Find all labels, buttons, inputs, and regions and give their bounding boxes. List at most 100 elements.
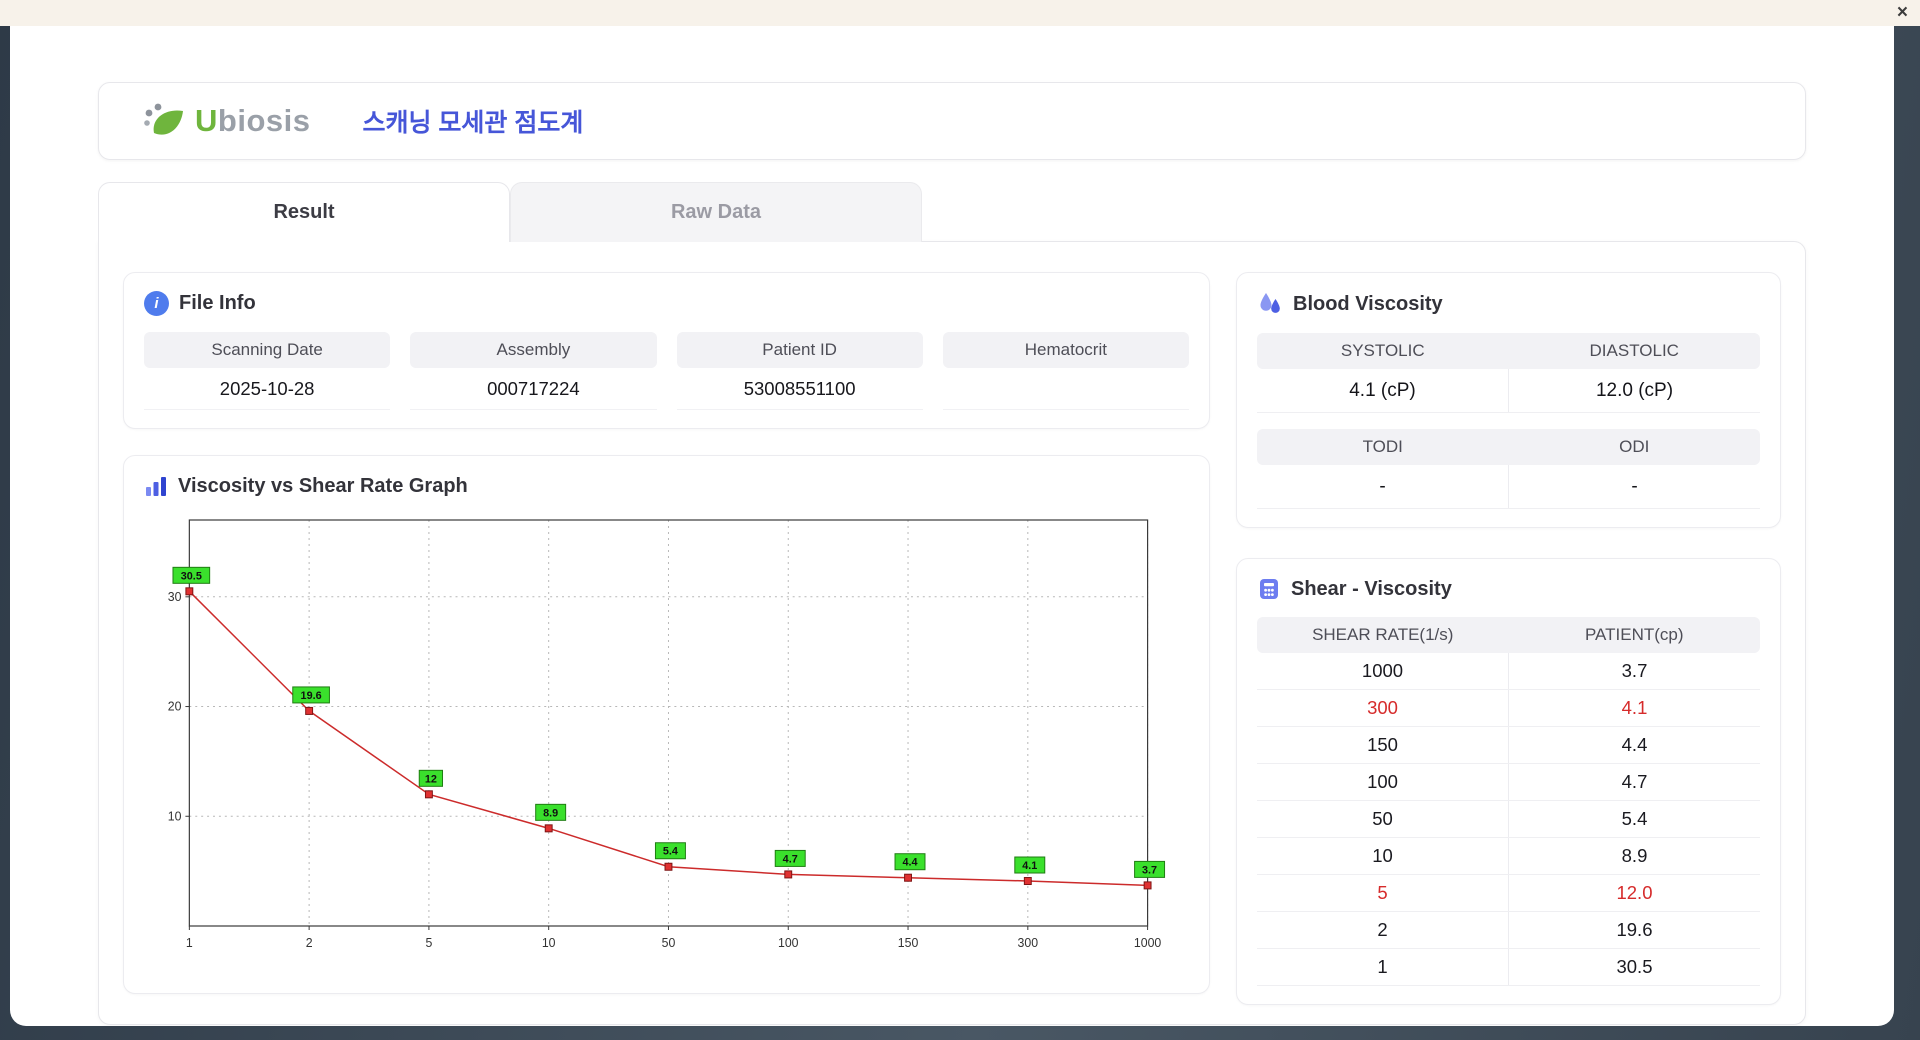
data-point-marker xyxy=(784,870,793,879)
blood-viscosity-title-row: Blood Viscosity xyxy=(1257,291,1760,317)
calculator-icon xyxy=(1260,579,1278,599)
svg-text:10: 10 xyxy=(168,809,182,823)
data-point-marker xyxy=(424,790,433,799)
patient-cell: 3.7 xyxy=(1508,653,1760,689)
bar-chart-icon xyxy=(146,477,166,496)
file-info-field: Patient ID 53008551100 xyxy=(676,332,923,410)
sv-header-row: SHEAR RATE(1/s) PATIENT(cp) xyxy=(1257,617,1760,653)
table-row: 50 5.4 xyxy=(1257,801,1760,838)
svg-text:20: 20 xyxy=(168,699,182,713)
data-point-marker xyxy=(904,873,912,882)
svg-text:3.7: 3.7 xyxy=(1142,864,1157,876)
logo-text: Ubiosis xyxy=(195,103,311,138)
data-point-marker xyxy=(1143,881,1152,890)
file-info-title-row: i File Info xyxy=(144,291,1189,316)
table-row: 150 4.4 xyxy=(1257,727,1760,764)
droplet-icon xyxy=(1260,293,1280,313)
logo-leaf-icon xyxy=(144,103,183,135)
bv-value-cell: - xyxy=(1379,475,1386,497)
field-value xyxy=(942,368,1189,410)
svg-text:100: 100 xyxy=(778,936,799,950)
svg-text:5: 5 xyxy=(425,936,432,950)
patient-cell: 30.5 xyxy=(1508,949,1760,985)
tab-raw-data[interactable]: Raw Data xyxy=(510,182,922,242)
svg-text:1: 1 xyxy=(186,936,193,950)
left-column: i File Info Scanning Date 2025-10-28 Assem… xyxy=(123,272,1210,994)
field-label: Hematocrit xyxy=(942,332,1189,368)
svg-text:30: 30 xyxy=(168,590,182,604)
svg-text:50: 50 xyxy=(662,936,676,950)
file-info-field: Assembly 000717224 xyxy=(410,332,657,410)
svg-text:300: 300 xyxy=(1018,936,1039,950)
svg-text:1000: 1000 xyxy=(1134,936,1162,950)
graph-title-row: Viscosity vs Shear Rate Graph xyxy=(144,474,1189,498)
shear-rate-cell: 150 xyxy=(1367,734,1398,755)
data-point-marker xyxy=(664,862,673,871)
svg-text:2: 2 xyxy=(306,936,313,950)
graph-card: Viscosity vs Shear Rate Graph 1 2 5 10 50 100… xyxy=(123,455,1210,994)
tab-bar: Result Raw Data xyxy=(98,182,1806,242)
data-point-marker xyxy=(305,706,314,715)
shear-rate-cell: 2 xyxy=(1377,919,1388,940)
bv-value-row: 4.1 (cP) 12.0 (cP) xyxy=(1257,369,1760,413)
page-title: 스캐닝 모세관 점도계 xyxy=(362,109,584,137)
right-column: Blood Viscosity SYSTOLIC DIASTOLIC 4.1 (cP… xyxy=(1236,272,1781,1005)
patient-cell: 8.9 xyxy=(1508,838,1760,874)
x-axis-labels: 1 2 5 10 50 100 150 300 1000 xyxy=(186,936,1161,950)
svg-text:5.4: 5.4 xyxy=(663,846,678,858)
blood-viscosity-table: SYSTOLIC DIASTOLIC 4.1 (cP) 12.0 (cP) TODI OD… xyxy=(1257,333,1760,509)
svg-text:4.4: 4.4 xyxy=(902,857,917,869)
shear-rate-cell: 100 xyxy=(1367,771,1398,792)
table-row: 1000 3.7 xyxy=(1257,653,1760,690)
file-info-card: i File Info Scanning Date 2025-10-28 Assem… xyxy=(123,272,1210,429)
y-axis-labels: 10 20 30 xyxy=(168,590,182,824)
tab-result[interactable]: Result xyxy=(98,182,510,242)
viscosity-chart: 1 2 5 10 50 100 150 300 100010203030.519.6128.95… xyxy=(168,519,1166,950)
file-info-field: Hematocrit xyxy=(942,332,1189,410)
data-point-marker xyxy=(185,587,194,596)
bv-value-cell: 12.0 (cP) xyxy=(1508,369,1760,412)
bv-value-cell: 4.1 (cP) xyxy=(1349,379,1416,401)
shear-rate-cell: 1000 xyxy=(1361,660,1404,681)
bv-header-cell: DIASTOLIC xyxy=(1589,341,1679,360)
patient-cell: 4.7 xyxy=(1508,764,1760,800)
bv-value-cell: - xyxy=(1508,465,1760,508)
blood-viscosity-title: Blood Viscosity xyxy=(1293,292,1443,315)
close-button[interactable]: × xyxy=(1897,1,1908,25)
data-point-marker xyxy=(544,824,553,833)
field-label: Patient ID xyxy=(676,332,923,368)
result-panel: i File Info Scanning Date 2025-10-28 Assem… xyxy=(98,241,1806,1025)
bv-value-row: -- xyxy=(1257,465,1760,509)
table-row: 300 4.1 xyxy=(1257,690,1760,727)
patient-cell: 19.6 xyxy=(1508,912,1760,948)
table-row: 100 4.7 xyxy=(1257,764,1760,801)
info-icon: i xyxy=(144,291,169,316)
field-value: 000717224 xyxy=(410,368,657,410)
patient-cell: 4.4 xyxy=(1508,727,1760,763)
shear-rate-cell: 1 xyxy=(1377,956,1388,977)
graph-title: Viscosity vs Shear Rate Graph xyxy=(178,474,468,497)
shear-rate-cell: 5 xyxy=(1377,882,1388,903)
sv-header-cell: SHEAR RATE(1/s) xyxy=(1312,625,1454,644)
svg-text:10: 10 xyxy=(542,936,556,950)
bv-header-row: SYSTOLIC DIASTOLIC xyxy=(1257,333,1760,369)
svg-text:8.9: 8.9 xyxy=(543,807,558,819)
svg-text:12: 12 xyxy=(425,773,437,785)
svg-text:4.7: 4.7 xyxy=(783,853,798,865)
field-label: Scanning Date xyxy=(144,332,391,368)
bv-header-cell: ODI xyxy=(1619,437,1650,456)
svg-text:4.1: 4.1 xyxy=(1022,860,1037,872)
svg-text:150: 150 xyxy=(898,936,919,950)
shear-rate-cell: 50 xyxy=(1372,808,1393,829)
table-row: 5 12.0 xyxy=(1257,875,1760,912)
blood-viscosity-card: Blood Viscosity SYSTOLIC DIASTOLIC 4.1 (cP… xyxy=(1236,272,1781,528)
shear-viscosity-card: Shear - Viscosity SHEAR RATE(1/s) PATIENT… xyxy=(1236,558,1781,1005)
file-info-fields: Scanning Date 2025-10-28 Assembly 000717224… xyxy=(144,332,1189,410)
field-value: 53008551100 xyxy=(676,368,923,410)
data-point-marker xyxy=(1023,877,1032,886)
table-row: 2 19.6 xyxy=(1257,912,1760,949)
table-row: 1 30.5 xyxy=(1257,949,1760,986)
titlebar: × xyxy=(0,0,1920,26)
shear-viscosity-title-row: Shear - Viscosity xyxy=(1257,577,1760,601)
file-info-field: Scanning Date 2025-10-28 xyxy=(144,332,391,410)
